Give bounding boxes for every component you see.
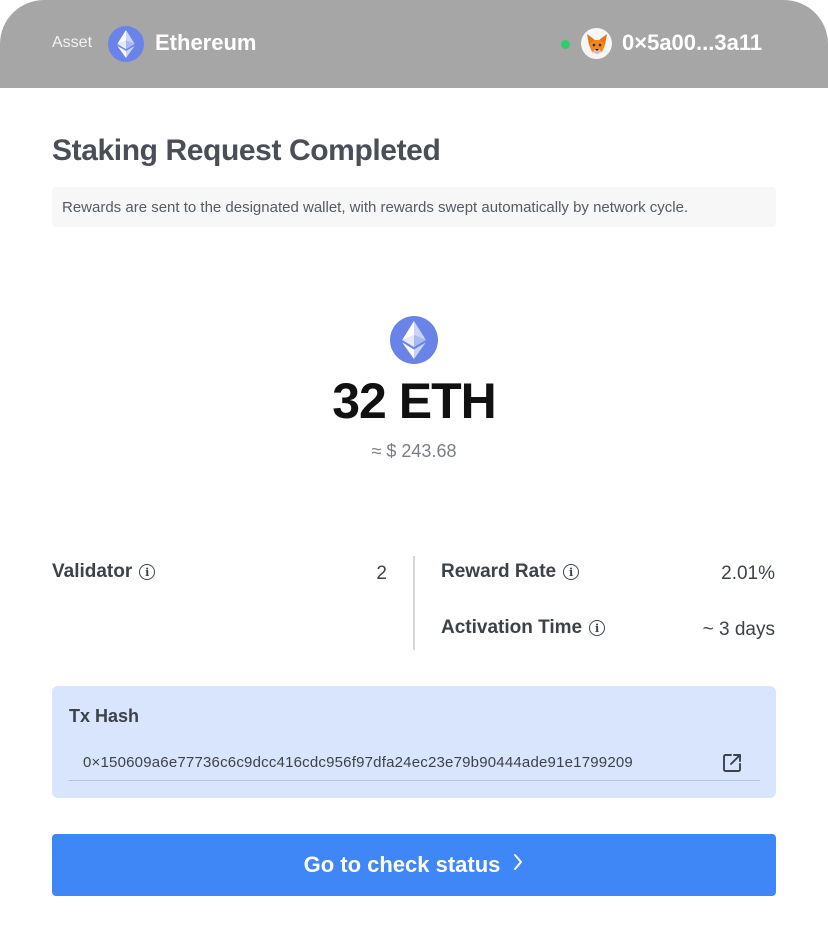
check-status-button[interactable]: Go to check status <box>52 834 776 896</box>
rewards-notice-text: Rewards are sent to the designated walle… <box>62 199 689 216</box>
external-link-icon[interactable] <box>721 752 743 774</box>
wallet-address[interactable]: 0×5a00...3a11 <box>622 30 762 56</box>
rewards-notice: Rewards are sent to the designated walle… <box>52 187 776 227</box>
fiat-value: ≈ $ 243.68 <box>371 441 457 461</box>
page-title: Staking Request Completed <box>52 134 441 167</box>
activation-time-label: Activation Time i <box>441 617 606 639</box>
info-icon[interactable]: i <box>139 564 156 580</box>
info-icon[interactable]: i <box>563 564 580 580</box>
info-icon[interactable]: i <box>589 620 606 636</box>
validator-label: Validator i <box>52 561 156 583</box>
tx-hash-label: Tx Hash <box>69 706 140 726</box>
header-bar: Asset Ethereum 0×5a00...3a11 <box>0 0 828 88</box>
reward-rate-label: Reward Rate i <box>441 561 580 583</box>
connected-status-dot <box>561 40 570 49</box>
details-divider <box>413 556 415 650</box>
staked-amount: 32 ETH <box>332 373 497 429</box>
reward-rate-label-text: Reward Rate <box>441 561 557 582</box>
validator-label-text: Validator <box>52 561 133 582</box>
activation-time-label-text: Activation Time <box>441 617 583 638</box>
ethereum-icon <box>108 26 144 62</box>
tx-hash-value[interactable]: 0×150609a6e77736c6c9dcc416cdc956f97dfa24… <box>83 754 633 771</box>
reward-rate-value: 2.01% <box>721 563 775 584</box>
activation-time-value: ~ 3 days <box>702 619 775 640</box>
check-status-label: Go to check status <box>303 852 501 877</box>
tx-hash-panel: Tx Hash 0×150609a6e77736c6c9dcc416cdc956… <box>52 686 776 798</box>
staking-complete-card: Asset Ethereum 0×5a00...3a11 Staking Req… <box>0 0 828 943</box>
ethereum-icon <box>390 316 438 364</box>
asset-label: Asset <box>52 34 93 51</box>
asset-name: Ethereum <box>155 30 257 55</box>
metamask-fox-icon[interactable] <box>581 28 612 59</box>
tx-hash-underline <box>69 780 760 781</box>
chevron-right-icon <box>512 852 524 878</box>
validator-value: 2 <box>376 563 387 584</box>
